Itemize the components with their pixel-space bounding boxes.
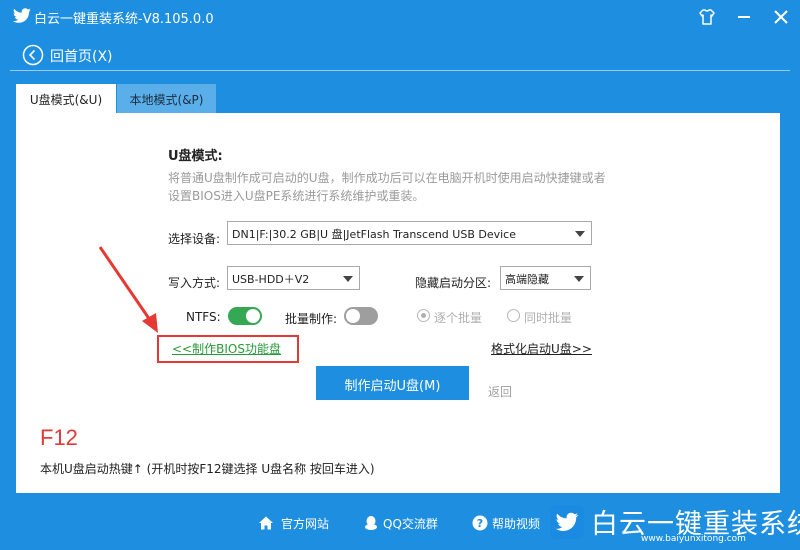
ntfs-label: NTFS: <box>186 310 221 324</box>
batch-label: 批量制作: <box>285 312 338 326</box>
device-label: 选择设备: <box>168 232 221 246</box>
toggle-knob <box>346 309 360 323</box>
minimize-button[interactable] <box>733 6 755 28</box>
radio-simultaneous[interactable] <box>507 309 520 322</box>
brand-url: www.baiyunxitong.com <box>641 534 746 544</box>
return-link[interactable]: 返回 <box>488 383 512 400</box>
chevron-down-icon <box>574 276 584 282</box>
svg-text:?: ? <box>477 517 483 530</box>
help-video-link[interactable]: 帮助视频 <box>492 515 540 532</box>
brand-logo <box>550 505 584 539</box>
radio-one-by-one[interactable] <box>417 309 430 322</box>
close-button[interactable] <box>770 6 792 28</box>
shirt-icon <box>699 9 715 25</box>
radio-one-by-one-label: 逐个批量 <box>434 311 483 325</box>
hidden-partition-select[interactable]: 高端隐藏 <box>500 266 591 290</box>
make-boot-usb-button[interactable]: 制作启动U盘(M) <box>316 366 469 400</box>
write-mode-value: USB-HDD＋V2 <box>232 273 310 286</box>
device-value: DN1|F:|30.2 GB|U 盘|JetFlash Transcend US… <box>232 228 516 241</box>
title-bar: 白云一键重装系统-V8.105.0.0 <box>0 0 800 34</box>
hotkey-hint: 本机U盘启动热键↑ (开机时按F12键选择 U盘名称 按回车进入) <box>40 462 375 476</box>
qq-penguin-icon <box>365 516 377 530</box>
batch-toggle[interactable] <box>344 307 378 325</box>
hotkey-key: F12 <box>40 425 78 450</box>
home-icon <box>259 516 273 530</box>
chevron-down-icon <box>575 231 585 237</box>
home-link[interactable]: 回首页(X) <box>50 46 113 66</box>
hidden-partition-label: 隐藏启动分区: <box>415 276 492 290</box>
official-site-link[interactable]: 官方网站 <box>281 515 329 532</box>
chevron-down-icon <box>343 276 353 282</box>
annotation-highlight-box <box>157 335 299 363</box>
help-icon: ? <box>472 515 488 531</box>
write-mode-select[interactable]: USB-HDD＋V2 <box>227 266 360 290</box>
minimize-icon <box>738 16 750 18</box>
device-select[interactable]: DN1|F:|30.2 GB|U 盘|JetFlash Transcend US… <box>227 221 592 245</box>
skin-button[interactable] <box>696 6 718 28</box>
close-icon <box>774 10 788 24</box>
toggle-knob <box>246 309 260 323</box>
qq-group-link[interactable]: QQ交流群 <box>383 515 438 532</box>
radio-simultaneous-label: 同时批量 <box>524 311 573 325</box>
hidden-partition-value: 高端隐藏 <box>505 273 549 286</box>
format-usb-link[interactable]: 格式化启动U盘>> <box>491 340 592 357</box>
home-nav: 回首页(X) <box>0 36 800 72</box>
window-title: 白云一键重装系统-V8.105.0.0 <box>34 12 214 27</box>
write-mode-label: 写入方式: <box>168 276 221 290</box>
usb-mode-panel: U盘模式: 将普通U盘制作成可启动的U盘，制作成功后可以在电脑开机时使用启动快捷… <box>16 113 780 493</box>
annotation-arrow-icon <box>98 246 158 333</box>
ntfs-toggle[interactable] <box>228 307 262 325</box>
tab-local-mode[interactable]: 本地模式(&P) <box>117 84 216 113</box>
back-arrow-icon[interactable] <box>22 44 44 66</box>
mode-title: U盘模式: <box>168 149 223 164</box>
radio-dot <box>421 313 426 318</box>
nav-divider <box>10 70 790 71</box>
bird-logo-icon <box>556 512 579 531</box>
bird-logo-icon <box>12 8 31 23</box>
tab-usb-mode[interactable]: U盘模式(&U) <box>16 84 116 113</box>
mode-description: 将普通U盘制作成可启动的U盘，制作成功后可以在电脑开机时使用启动快捷键或者设置B… <box>168 171 606 203</box>
